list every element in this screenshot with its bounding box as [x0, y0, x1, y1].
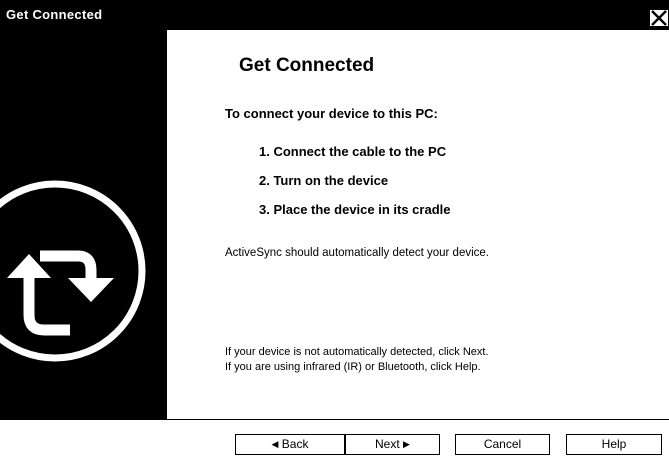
help-button[interactable]: Help [566, 434, 662, 455]
back-button-label: Back [281, 437, 309, 451]
close-button[interactable] [648, 8, 669, 28]
close-icon [650, 10, 668, 26]
main-content: Get Connected To connect your device to … [167, 30, 669, 419]
cancel-button-label: Cancel [483, 437, 522, 451]
next-button-label: Next [375, 437, 400, 451]
window-title: Get Connected [6, 7, 103, 22]
back-button[interactable]: ◀ Back [235, 434, 345, 455]
button-bar: ◀ Back Next ▶ Cancel Help [0, 420, 669, 470]
next-button[interactable]: Next ▶ [345, 434, 440, 455]
detect-message: ActiveSync should automatically detect y… [225, 247, 489, 259]
help-instruction: If your device is not automatically dete… [225, 346, 489, 358]
cancel-button[interactable]: Cancel [455, 434, 550, 455]
get-connected-dialog: Get Connected Get Connected To connect y… [0, 0, 669, 470]
step-item: 2. Turn on the device [259, 173, 389, 188]
step-item: 1. Connect the cable to the PC [259, 144, 447, 159]
intro-text: To connect your device to this PC: [225, 106, 438, 121]
chevron-right-icon: ▶ [403, 439, 410, 449]
page-heading: Get Connected [239, 55, 375, 76]
help-instruction: If you are using infrared (IR) or Blueto… [225, 361, 481, 373]
chevron-left-icon: ◀ [271, 439, 279, 449]
help-button-label: Help [601, 437, 627, 451]
sidebar-banner [0, 30, 167, 419]
title-bar: Get Connected [0, 0, 669, 30]
activesync-logo-icon [0, 180, 146, 362]
step-item: 3. Place the device in its cradle [259, 202, 451, 217]
